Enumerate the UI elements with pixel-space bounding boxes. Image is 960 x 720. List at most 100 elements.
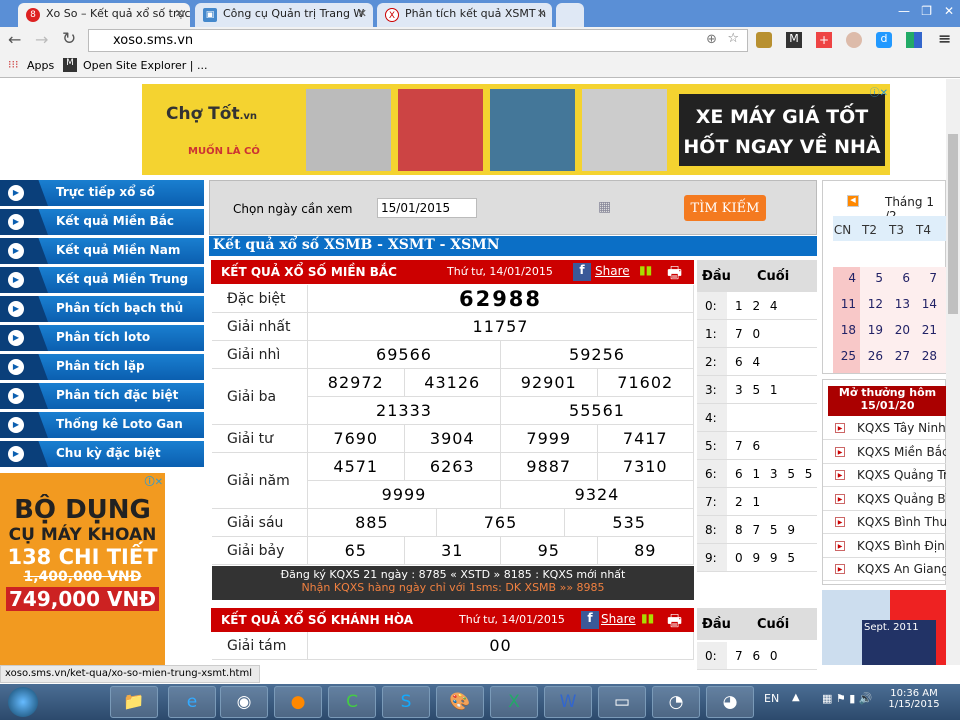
tray-icons[interactable]: ▦ ⚑ ▮ 🔊 — [822, 692, 873, 705]
open-today-item[interactable]: ▶ KQXS An Giang — [823, 558, 946, 581]
sidebar-item[interactable]: ▶ Kết quả Miền Trung — [0, 267, 204, 293]
calendar-day[interactable]: 14 — [910, 297, 937, 311]
back-icon[interactable]: ← — [8, 30, 21, 49]
tab-webmaster[interactable]: ▣ Công cụ Quản trị Trang W ✕ — [195, 3, 373, 27]
ad-text-box: XE MÁY GIÁ TỐT HỐT NGAY VỀ NHÀ — [679, 94, 885, 166]
close-tab-icon[interactable]: ✕ — [175, 7, 184, 20]
calendar-day[interactable]: 20 — [883, 323, 910, 337]
tab-xoso[interactable]: 8 Xo So – Kết quả xổ số trực ✕ — [18, 3, 190, 27]
prize-number: 7690 — [308, 425, 405, 452]
open-today-item[interactable]: ▶ KQXS Tây Ninh — [823, 417, 946, 440]
taskbar-coccoc-icon[interactable]: C — [328, 686, 376, 718]
calendar-day[interactable]: 18 — [829, 323, 856, 337]
moz-extension-icon[interactable]: M — [786, 32, 802, 48]
sidebar-item[interactable]: ▶ Phân tích bạch thủ — [0, 296, 204, 322]
calendar-day[interactable]: 19 — [856, 323, 883, 337]
open-today-item[interactable]: ▶ KQXS Bình Định — [823, 535, 946, 558]
ad-banner-top[interactable]: Chợ Tốt.vn MUỐN LÀ CÓ XE MÁY GIÁ TỐT HỐT … — [142, 84, 890, 175]
calendar-icon[interactable]: ▦ — [598, 199, 611, 215]
extension-icon[interactable] — [756, 32, 772, 48]
open-today-item[interactable]: ▶KQXS Bình Thuận — [823, 511, 946, 534]
scrollbar-thumb[interactable] — [948, 134, 958, 314]
tray-expand-icon[interactable]: ▲ — [792, 692, 800, 703]
close-tab-icon[interactable]: ✕ — [537, 7, 546, 20]
open-today-item[interactable]: ▶ KQXS Quảng Trị — [823, 464, 946, 487]
taskbar-ie-icon[interactable]: e — [168, 686, 216, 718]
kh-loto-header: Đầu Cuối — [697, 608, 817, 640]
minimize-icon[interactable]: — — [898, 4, 910, 18]
sidebar-item[interactable]: ▶ Chu kỳ đặc biệt — [0, 441, 204, 467]
plus-extension-icon[interactable]: + — [816, 32, 832, 48]
sidebar-item[interactable]: ▶ Kết quả Miền Nam — [0, 238, 204, 264]
sidebar-item[interactable]: ▶ Phân tích đặc biệt — [0, 383, 204, 409]
close-tab-icon[interactable]: ✕ — [358, 7, 367, 20]
bookmark-open-site-explorer[interactable]: Open Site Explorer | ... — [83, 59, 207, 72]
cookie-extension-icon[interactable] — [846, 32, 862, 48]
calendar-day[interactable]: 21 — [910, 323, 937, 337]
zoom-icon[interactable]: ⊕ — [706, 32, 717, 47]
calendar-day[interactable]: 27 — [883, 349, 910, 363]
adchoices-icon[interactable]: ⓘ✕ — [145, 473, 163, 488]
search-button[interactable]: TÌM KIẾM — [684, 195, 766, 221]
calendar-day[interactable]: 25 — [829, 349, 856, 363]
bookmark-apps[interactable]: Apps — [27, 59, 54, 72]
calendar-day[interactable]: 11 — [829, 297, 856, 311]
calendar-day[interactable]: 26 — [856, 349, 883, 363]
extension-icon[interactable] — [906, 32, 922, 48]
language-indicator[interactable]: EN — [764, 692, 779, 705]
play-icon: ▶ — [8, 185, 24, 201]
tab-phantich[interactable]: X Phân tích kết quả XSMT h ✕ — [377, 3, 552, 27]
calendar-day[interactable]: 28 — [910, 349, 937, 363]
play-icon: ▶ — [8, 388, 24, 404]
taskbar-chrome-icon[interactable]: ◉ — [220, 686, 268, 718]
taskbar-word-icon[interactable]: W — [544, 686, 592, 718]
taskbar-paint-icon[interactable]: 🎨 — [436, 686, 484, 718]
calendar-day[interactable]: 12 — [856, 297, 883, 311]
taskbar-skype-icon[interactable]: S — [382, 686, 430, 718]
taskbar-excel-icon[interactable]: X — [490, 686, 538, 718]
sidebar-item[interactable]: ▶ Phân tích lặp — [0, 354, 204, 380]
new-tab-button[interactable] — [556, 3, 584, 27]
ad-right[interactable]: Sept. 2011 — [822, 590, 946, 665]
sidebar-item[interactable]: ▶ Trực tiếp xổ số — [0, 180, 204, 206]
menu-icon[interactable]: ≡ — [938, 29, 951, 48]
close-window-icon[interactable]: ✕ — [944, 4, 954, 18]
sidebar-item[interactable]: ▶ Thống kê Loto Gan — [0, 412, 204, 438]
taskbar-recorder-icon[interactable]: ◕ — [706, 686, 754, 718]
toolbar: ← → ↻ xoso.sms.vn ⊕ ☆ M + d ≡ — [0, 27, 960, 54]
sms-register-text[interactable]: Đăng ký KQXS 21 ngày : 8785 « XSTD » 818… — [212, 568, 694, 581]
maximize-icon[interactable]: ❐ — [921, 4, 932, 18]
calendar-day[interactable]: 5 — [856, 271, 883, 285]
open-today-item[interactable]: ▶ KQXS Miền Bắc — [823, 441, 946, 464]
stats-chart-icon[interactable]: ▮▮ — [641, 611, 654, 625]
calendar-day[interactable]: 7 — [910, 271, 937, 285]
sidebar-item[interactable]: ▶ Kết quả Miền Bắc — [0, 209, 204, 235]
prev-month-icon[interactable]: ◀ — [847, 195, 859, 207]
reload-icon[interactable]: ↻ — [62, 29, 76, 49]
taskbar-firefox-icon[interactable]: ● — [274, 686, 322, 718]
search-panel: Chọn ngày cần xem ▦ TÌM KIẾM — [209, 180, 817, 235]
calendar-day[interactable]: 4 — [829, 271, 856, 285]
address-bar[interactable]: xoso.sms.vn ⊕ ☆ — [88, 29, 748, 52]
forward-icon[interactable]: → — [35, 30, 48, 49]
date-input[interactable] — [377, 198, 477, 218]
sms-daily-text[interactable]: Nhận KQXS hàng ngày chỉ với 1sms: DK XSM… — [212, 581, 694, 594]
taskbar-recorder-icon[interactable]: ◔ — [652, 686, 700, 718]
vertical-scrollbar[interactable] — [946, 79, 960, 665]
sidebar-item[interactable]: ▶ Phân tích loto — [0, 325, 204, 351]
adchoices-icon[interactable]: ⓘ✕ — [870, 84, 888, 99]
taskbar-explorer-icon[interactable]: 📁 — [110, 686, 158, 718]
tab-title: Xo So – Kết quả xổ số trực — [46, 7, 190, 20]
d-extension-icon[interactable]: d — [876, 32, 892, 48]
start-button[interactable] — [8, 687, 38, 717]
ad-left[interactable]: BỘ DỤNG CỤ MÁY KHOAN 138 CHI TIẾT 1,400,… — [0, 473, 165, 665]
facebook-share-link[interactable]: Share — [601, 612, 636, 626]
open-today-item[interactable]: ▶KQXS Quảng Bình — [823, 488, 946, 511]
calendar-day[interactable]: 13 — [883, 297, 910, 311]
taskbar-notepad-icon[interactable]: ▭ — [598, 686, 646, 718]
clock[interactable]: 10:36 AM 1/15/2015 — [884, 688, 944, 710]
bookmark-star-icon[interactable]: ☆ — [727, 31, 739, 46]
facebook-share-link[interactable]: Share — [595, 264, 630, 278]
stats-chart-icon[interactable]: ▮▮ — [639, 263, 652, 277]
calendar-day[interactable]: 6 — [883, 271, 910, 285]
